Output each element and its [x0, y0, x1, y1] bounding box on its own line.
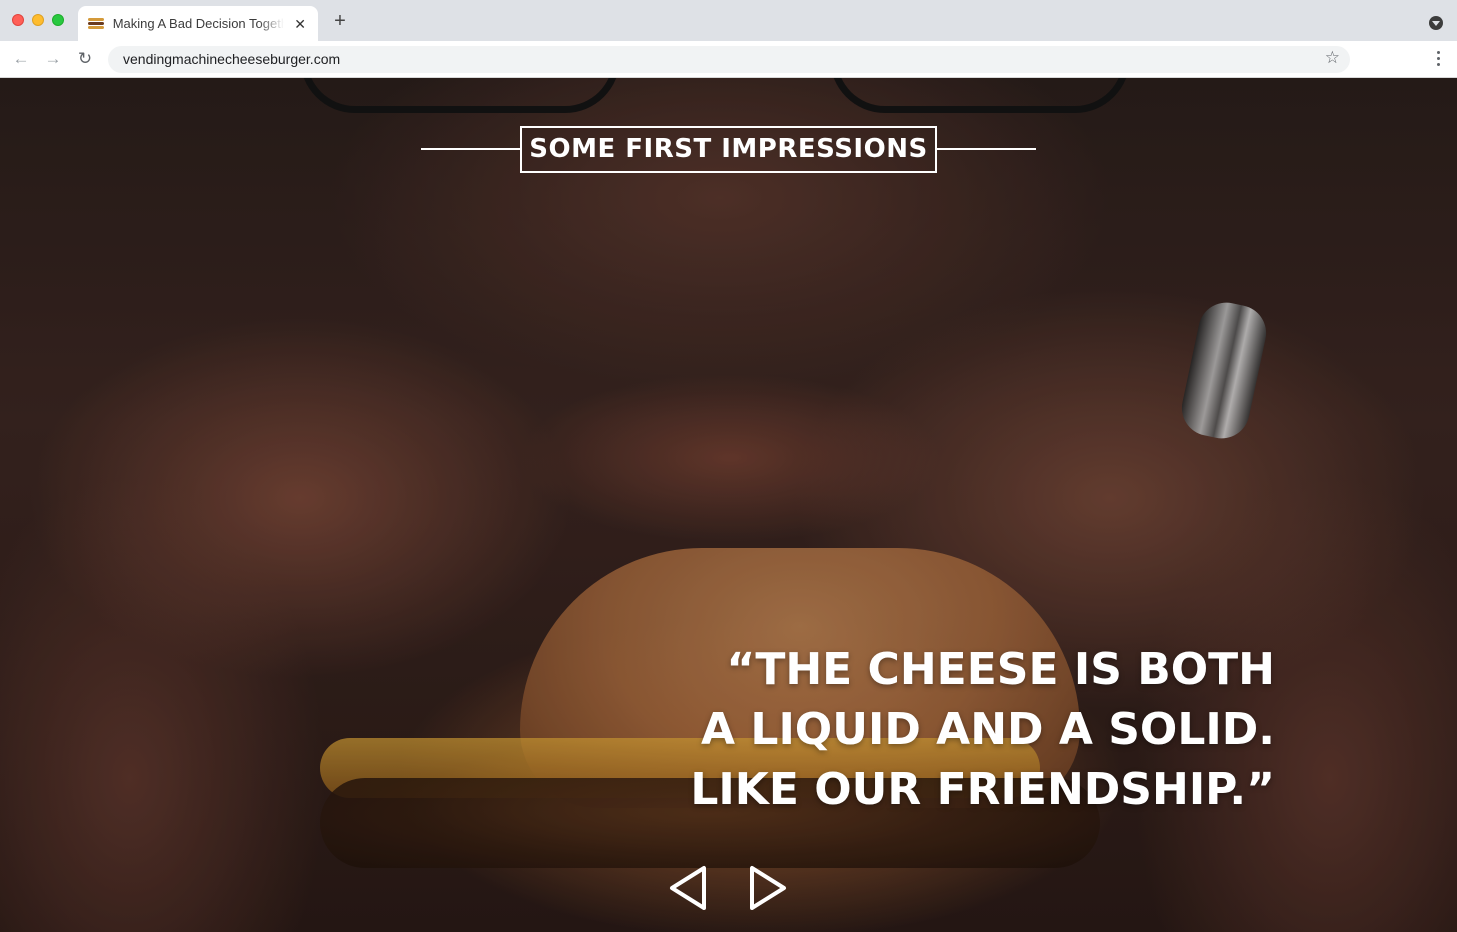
- heading-box: SOME FIRST IMPRESSIONS: [520, 126, 937, 173]
- address-bar[interactable]: vendingmachinecheeseburger.com ☆: [108, 46, 1350, 73]
- browser-toolbar: ← → ↻ vendingmachinecheeseburger.com ☆: [0, 41, 1457, 78]
- carousel-next-button[interactable]: [748, 865, 788, 911]
- browser-menu-icon[interactable]: [1437, 51, 1441, 66]
- quote-line: LIKE OUR FRIENDSHIP.”: [690, 764, 1275, 815]
- heading-rule-right: [937, 148, 1036, 150]
- carousel-prev-button[interactable]: [668, 865, 708, 911]
- tab-title: Making A Bad Decision Together: [112, 16, 285, 31]
- hero-slide: SOME FIRST IMPRESSIONS “THE CHEESE IS BO…: [0, 78, 1457, 932]
- heading-text: SOME FIRST IMPRESSIONS: [529, 134, 928, 164]
- quote-line: A LIQUID AND A SOLID.: [701, 704, 1275, 755]
- window-zoom-button[interactable]: [52, 14, 64, 26]
- forward-button[interactable]: →: [42, 48, 64, 70]
- url-text[interactable]: vendingmachinecheeseburger.com: [123, 51, 340, 67]
- quote-line: “THE CHEESE IS BOTH: [726, 644, 1275, 695]
- triangle-right-icon: [750, 866, 786, 910]
- reload-button[interactable]: ↻: [74, 48, 96, 70]
- window-close-button[interactable]: [12, 14, 24, 26]
- bookmark-star-icon[interactable]: ☆: [1325, 48, 1340, 68]
- heading-rule-left: [421, 148, 520, 150]
- back-button[interactable]: ←: [10, 48, 32, 70]
- burger-icon: [88, 16, 104, 32]
- tab-search-icon[interactable]: [1429, 16, 1443, 30]
- window-minimize-button[interactable]: [32, 14, 44, 26]
- tab-close-icon[interactable]: ✕: [292, 16, 308, 32]
- browser-tab-bar: Making A Bad Decision Together ✕ +: [0, 0, 1457, 41]
- section-heading: SOME FIRST IMPRESSIONS: [421, 126, 1036, 174]
- browser-tab[interactable]: Making A Bad Decision Together ✕: [78, 6, 318, 41]
- testimonial-quote: “THE CHEESE IS BOTH A LIQUID AND A SOLID…: [635, 640, 1275, 820]
- new-tab-button[interactable]: +: [330, 11, 350, 32]
- triangle-left-icon: [670, 866, 706, 910]
